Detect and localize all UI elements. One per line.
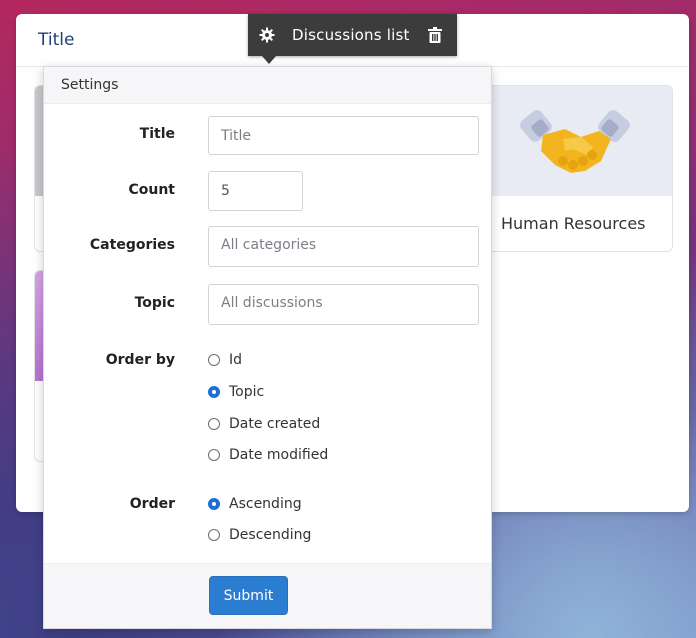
topic-label: Topic — [134, 295, 175, 311]
radio-label: Id — [229, 352, 243, 368]
count-input[interactable] — [208, 171, 303, 211]
toolbar-title: Discussions list — [292, 26, 410, 44]
settings-footer: Submit — [44, 563, 491, 628]
gear-icon[interactable] — [258, 26, 276, 44]
categories-select[interactable]: All categories — [208, 226, 479, 267]
trash-icon[interactable] — [427, 26, 443, 44]
radio-button[interactable] — [208, 529, 220, 541]
count-label: Count — [128, 182, 175, 198]
order-by-option-date-modified[interactable]: Date modified — [208, 447, 328, 463]
submit-button[interactable]: Submit — [209, 576, 288, 615]
radio-button-checked[interactable] — [208, 498, 220, 510]
title-input[interactable] — [208, 116, 479, 155]
order-by-option-date-created[interactable]: Date created — [208, 416, 320, 432]
topic-select[interactable]: All discussions — [208, 284, 479, 325]
radio-label: Topic — [229, 384, 265, 400]
order-by-option-id[interactable]: Id — [208, 352, 242, 368]
radio-label: Date modified — [229, 447, 329, 463]
radio-button[interactable] — [208, 418, 220, 430]
category-tile-human-resources[interactable]: Human Resources — [476, 85, 673, 252]
settings-panel: Settings Title Count Categories All cate… — [43, 66, 492, 629]
radio-label: Date created — [229, 416, 321, 432]
order-option-ascending[interactable]: Ascending — [208, 496, 302, 512]
categories-label: Categories — [89, 237, 175, 253]
title-label: Title — [139, 126, 175, 142]
tile-image — [477, 86, 672, 196]
order-option-descending[interactable]: Descending — [208, 527, 311, 543]
order-by-option-topic[interactable]: Topic — [208, 384, 264, 400]
radio-label: Ascending — [229, 496, 302, 512]
radio-button[interactable] — [208, 354, 220, 366]
handshake-icon — [519, 110, 630, 173]
radio-button-checked[interactable] — [208, 386, 220, 398]
tile-label: Human Resources — [501, 214, 646, 233]
widget-title[interactable]: Title — [38, 30, 74, 50]
widget-toolbar: Discussions list — [248, 14, 457, 56]
order-by-label: Order by — [105, 352, 175, 368]
toolbar-caret — [262, 56, 276, 64]
radio-button[interactable] — [208, 449, 220, 461]
radio-label: Descending — [229, 527, 312, 543]
settings-header: Settings — [44, 67, 491, 104]
order-label: Order — [129, 496, 175, 512]
